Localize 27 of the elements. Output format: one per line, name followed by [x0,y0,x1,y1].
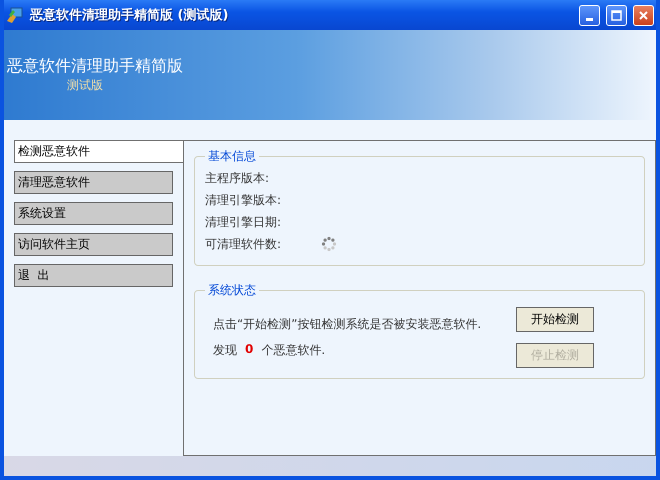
loading-spinner-icon [321,236,338,252]
banner-subtitle: 测试版 [66,77,104,94]
group-title: 基本信息 [207,148,257,165]
info-label: 可清理软件数: [205,236,282,252]
nav-tab[interactable]: 检测恶意软件 [14,141,183,163]
minimize-icon [586,18,593,20]
info-label: 清理引擎日期: [205,214,282,230]
nav-tab[interactable]: 退 出 [14,264,173,287]
found-label: 发现 [213,342,237,359]
start-scan-button[interactable]: 开始检测 [516,307,594,332]
found-count: 0 [245,342,254,358]
info-label: 主程序版本: [205,170,270,186]
window-title: 恶意软件清理助手精简版 (测试版) [30,6,230,24]
minimize-button[interactable] [579,4,600,26]
nav-tab[interactable]: 系统设置 [14,202,173,225]
maximize-button[interactable] [606,4,627,26]
info-label: 清理引擎版本: [205,192,282,208]
app-icon [6,6,24,24]
found-label: 个恶意软件. [261,342,326,359]
close-button[interactable] [633,4,654,26]
banner-title: 恶意软件清理助手精简版 [7,56,184,77]
close-icon [638,10,649,20]
status-message: 点击“开始检测”按钮检测系统是否被安装恶意软件. [213,316,482,333]
nav-tab[interactable]: 清理恶意软件 [14,171,173,194]
group-title: 系统状态 [207,282,257,299]
nav-tab[interactable]: 访问软件主页 [14,233,173,256]
maximize-icon [611,10,622,20]
